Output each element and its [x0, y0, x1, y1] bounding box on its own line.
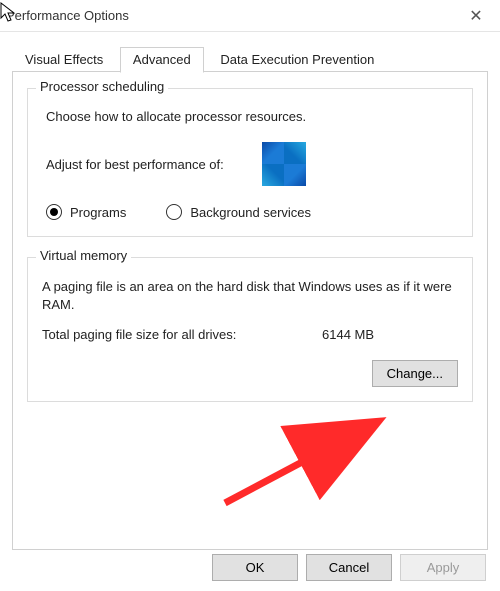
dialog-button-row: OK Cancel Apply [212, 554, 486, 581]
virtual-memory-description: A paging file is an area on the hard dis… [42, 278, 458, 313]
processor-scheduling-legend: Processor scheduling [36, 79, 168, 94]
close-button[interactable]: ✕ [456, 6, 496, 26]
processor-scheduling-description: Choose how to allocate processor resourc… [46, 109, 458, 124]
radio-programs[interactable]: Programs [46, 204, 126, 220]
virtual-memory-group: Virtual memory A paging file is an area … [27, 257, 473, 402]
close-icon: ✕ [469, 8, 482, 25]
processor-scheduling-group: Processor scheduling Choose how to alloc… [27, 88, 473, 237]
cursor-icon [0, 2, 18, 24]
tab-strip: Visual Effects Advanced Data Execution P… [12, 46, 488, 72]
tab-page-advanced: Processor scheduling Choose how to alloc… [12, 72, 488, 550]
adjust-for-label: Adjust for best performance of: [46, 157, 224, 172]
total-paging-label: Total paging file size for all drives: [42, 327, 322, 342]
tab-visual-effects[interactable]: Visual Effects [12, 47, 116, 73]
radio-icon [46, 204, 62, 220]
window-title: Performance Options [4, 8, 456, 23]
radio-background-label: Background services [190, 205, 311, 220]
radio-icon [166, 204, 182, 220]
virtual-memory-legend: Virtual memory [36, 248, 131, 263]
apply-button: Apply [400, 554, 486, 581]
radio-programs-label: Programs [70, 205, 126, 220]
tab-advanced[interactable]: Advanced [120, 47, 204, 73]
change-button[interactable]: Change... [372, 360, 458, 387]
total-paging-value: 6144 MB [322, 327, 374, 342]
tab-dep[interactable]: Data Execution Prevention [207, 47, 387, 73]
cancel-button[interactable]: Cancel [306, 554, 392, 581]
titlebar: Performance Options ✕ [0, 0, 500, 32]
windows-logo-icon [262, 142, 306, 186]
radio-background-services[interactable]: Background services [166, 204, 311, 220]
ok-button[interactable]: OK [212, 554, 298, 581]
